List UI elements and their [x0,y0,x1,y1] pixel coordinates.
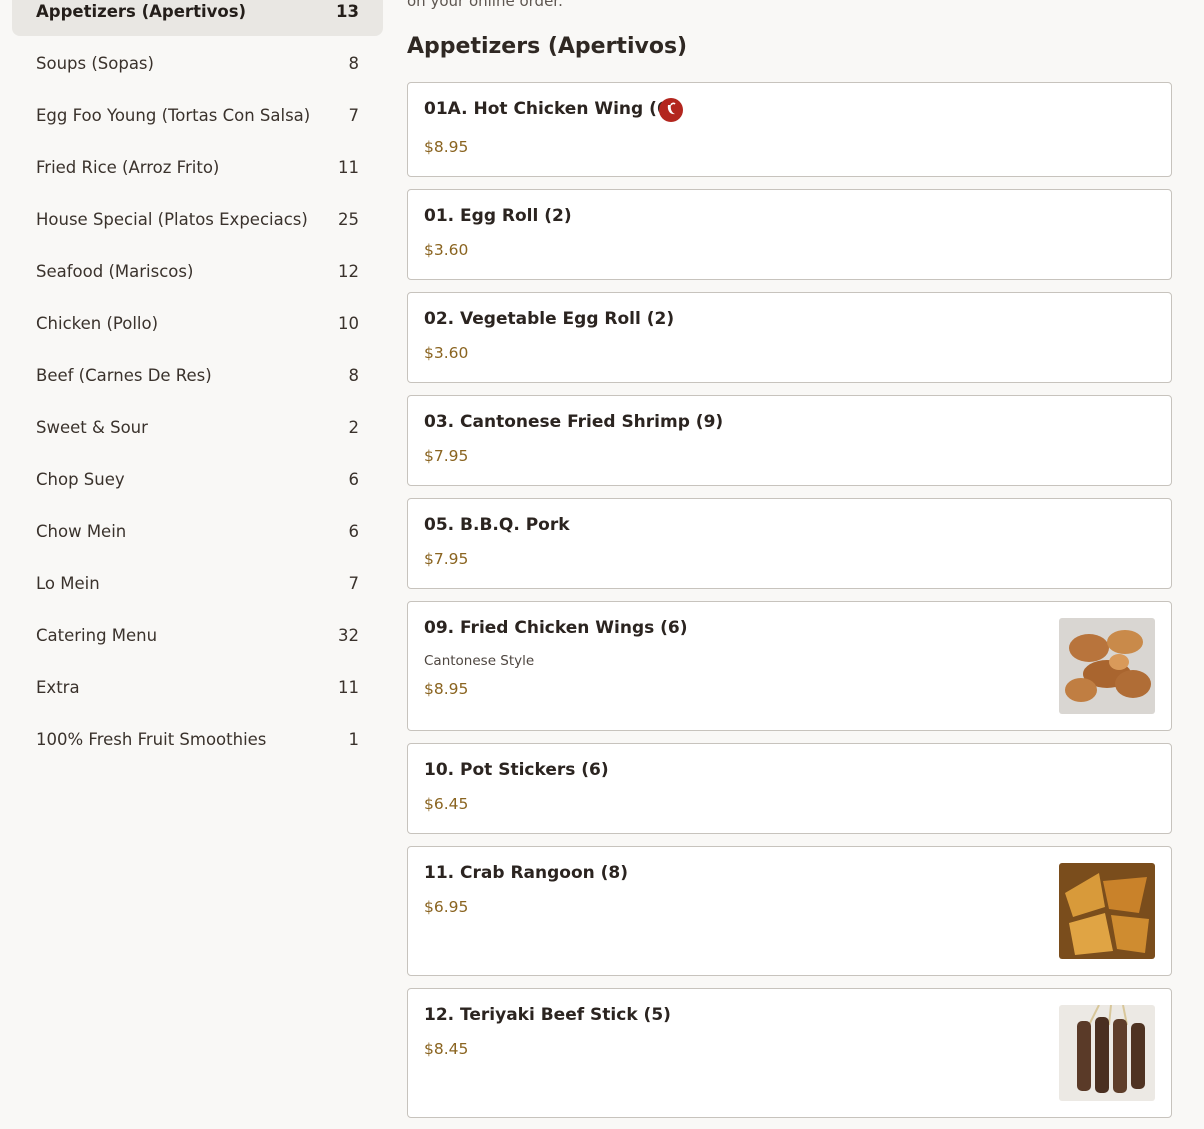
category-label: Beef (Carnes De Res) [36,365,212,385]
item-price: $7.95 [424,447,469,465]
category-item-chicken[interactable]: Chicken (Pollo) 10 [12,298,383,348]
category-count: 11 [338,157,359,177]
category-item-egg-foo-young[interactable]: Egg Foo Young (Tortas Con Salsa) 7 [12,90,383,140]
category-count: 6 [348,521,360,541]
menu-item-card[interactable]: 02. Vegetable Egg Roll (2) $3.60 [407,292,1172,383]
category-item-catering-menu[interactable]: Catering Menu 32 [12,610,383,660]
category-label: Fried Rice (Arroz Frito) [36,157,220,177]
item-name: 09. Fried Chicken Wings (6) [424,618,688,638]
item-price: $6.45 [424,795,469,813]
category-item-sweet-sour[interactable]: Sweet & Sour 2 [12,402,383,452]
category-label: Chow Mein [36,521,127,541]
item-name: 11. Crab Rangoon (8) [424,863,629,883]
category-count: 8 [348,53,360,73]
item-name: 02. Vegetable Egg Roll (2) [424,309,675,329]
menu-section: on your online order. Appetizers (Aperti… [407,0,1172,1129]
item-price: $8.95 [424,680,469,698]
category-item-fried-rice[interactable]: Fried Rice (Arroz Frito) 11 [12,142,383,192]
menu-item-card[interactable]: 09. Fried Chicken Wings (6) Cantonese St… [407,601,1172,731]
category-count: 25 [338,209,359,229]
category-item-appetizers[interactable]: Appetizers (Apertivos) 13 [12,0,383,36]
item-name: 10. Pot Stickers (6) [424,760,609,780]
category-sidebar: Appetizers (Apertivos) 13 Soups (Sopas) … [0,0,395,1129]
category-label: Soups (Sopas) [36,53,154,73]
item-price: $3.60 [424,344,469,362]
category-count: 6 [348,469,360,489]
item-name: 01. Egg Roll (2) [424,206,572,226]
category-item-soups[interactable]: Soups (Sopas) 8 [12,38,383,88]
menu-item-card[interactable]: 11. Crab Rangoon (8) $6.95 [407,846,1172,976]
item-price: $8.95 [424,138,469,156]
category-count: 7 [348,573,360,593]
menu-item-card[interactable]: 10. Pot Stickers (6) $6.45 [407,743,1172,834]
category-label: Seafood (Mariscos) [36,261,194,281]
menu-item-card[interactable]: 01A. Hot Chicken Wing (6) $8.95 [407,82,1172,177]
category-label: Sweet & Sour [36,417,148,437]
category-count: 13 [336,1,359,21]
category-item-seafood[interactable]: Seafood (Mariscos) 12 [12,246,383,296]
item-description: Cantonese Style [424,653,535,669]
category-label: Lo Mein [36,573,100,593]
category-count: 32 [338,625,359,645]
menu-item-card[interactable]: 05. B.B.Q. Pork $7.95 [407,498,1172,589]
item-price: $3.60 [424,241,469,259]
category-label: Catering Menu [36,625,158,645]
category-item-fruit-smoothies[interactable]: 100% Fresh Fruit Smoothies 1 [12,714,383,764]
crab-rangoon-photo[interactable] [1059,863,1155,959]
category-label: 100% Fresh Fruit Smoothies [36,729,267,749]
category-count: 7 [348,105,360,125]
category-count: 1 [348,729,360,749]
item-price: $8.45 [424,1040,469,1058]
menu-item-card[interactable]: 03. Cantonese Fried Shrimp (9) $7.95 [407,395,1172,486]
item-name: 03. Cantonese Fried Shrimp (9) [424,412,724,432]
item-name: 05. B.B.Q. Pork [424,515,570,535]
category-item-lo-mein[interactable]: Lo Mein 7 [12,558,383,608]
category-item-beef[interactable]: Beef (Carnes De Res) 8 [12,350,383,400]
category-label: Chicken (Pollo) [36,313,159,333]
menu-item-card[interactable]: 12. Teriyaki Beef Stick (5) $8.45 [407,988,1172,1118]
category-label: Chop Suey [36,469,125,489]
item-name: 12. Teriyaki Beef Stick (5) [424,1005,671,1025]
section-title: Appetizers (Apertivos) [407,34,688,59]
category-item-chop-suey[interactable]: Chop Suey 6 [12,454,383,504]
category-label: Egg Foo Young (Tortas Con Salsa) [36,105,311,125]
category-label: Appetizers (Apertivos) [36,1,247,21]
category-item-extra[interactable]: Extra 11 [12,662,383,712]
item-price: $7.95 [424,550,469,568]
teriyaki-beef-stick-photo[interactable] [1059,1005,1155,1101]
category-count: 2 [348,417,360,437]
category-count: 11 [338,677,359,697]
category-label: House Special (Platos Expeciacs) [36,209,308,229]
category-label: Extra [36,677,80,697]
menu-item-card[interactable]: 01. Egg Roll (2) $3.60 [407,189,1172,280]
category-count: 12 [338,261,359,281]
spicy-pepper-icon [659,98,683,122]
intro-text: on your online order. [407,0,563,10]
category-item-house-special[interactable]: House Special (Platos Expeciacs) 25 [12,194,383,244]
category-item-chow-mein[interactable]: Chow Mein 6 [12,506,383,556]
category-count: 8 [348,365,360,385]
item-name: 01A. Hot Chicken Wing (6) [424,99,677,119]
item-price: $6.95 [424,898,469,916]
fried-chicken-wings-photo[interactable] [1059,618,1155,714]
category-count: 10 [338,313,359,333]
